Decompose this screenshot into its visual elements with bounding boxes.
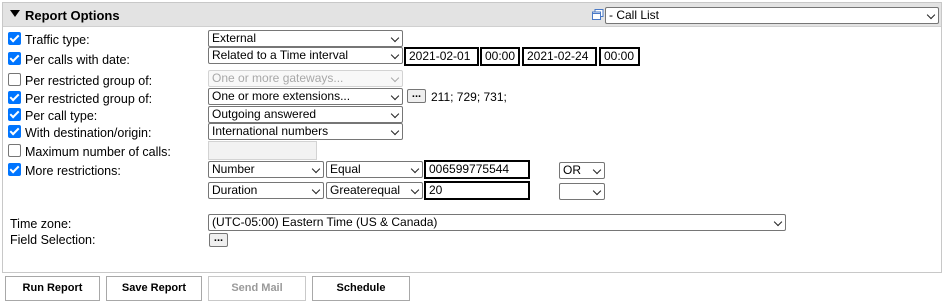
more-restrictions-label: More restrictions: (25, 164, 121, 178)
save-report-button[interactable]: Save Report (106, 276, 202, 301)
traffic-type-checkbox[interactable] (8, 32, 21, 45)
restore-window-icon[interactable] (592, 9, 604, 20)
gateways-select[interactable]: One or more gateways... (208, 70, 403, 87)
field-selection-button[interactable]: ... (209, 233, 228, 247)
end-date-input[interactable]: 2021-02-24 (522, 47, 597, 66)
time-zone-select[interactable]: (UTC-05:00) Eastern Time (US & Canada) (208, 214, 786, 231)
call-type-label: Per call type: (25, 109, 98, 123)
run-report-button[interactable]: Run Report (5, 276, 100, 301)
filter-1-field-select[interactable]: Number (208, 161, 324, 178)
extensions-select[interactable]: One or more extensions... (208, 88, 403, 105)
time-zone-label: Time zone: (10, 217, 72, 231)
date-mode-select[interactable]: Related to a Time interval (208, 47, 403, 64)
extensions-browse-button[interactable]: ... (407, 89, 426, 103)
traffic-type-label: Traffic type: (25, 33, 90, 47)
send-mail-button[interactable]: Send Mail (208, 276, 306, 301)
calls-with-date-label: Per calls with date: (25, 53, 130, 67)
schedule-button[interactable]: Schedule (312, 276, 410, 301)
filter-1-join-select[interactable]: OR (559, 162, 605, 179)
filter-1-operator-select[interactable]: Equal (326, 161, 423, 178)
restricted-extensions-checkbox[interactable] (8, 91, 21, 104)
collapse-triangle-icon[interactable] (10, 10, 20, 17)
panel-header[interactable]: Report Options - Call List (3, 3, 941, 27)
restricted-gateways-label: Per restricted group of: (25, 74, 153, 88)
start-date-input[interactable]: 2021-02-01 (404, 47, 479, 66)
filter-1-value-input[interactable]: 006599775544 (424, 160, 530, 179)
max-calls-input[interactable] (208, 141, 317, 160)
traffic-type-select[interactable]: External (208, 30, 403, 47)
panel-title: Report Options (25, 8, 120, 23)
start-time-input[interactable]: 00:00 (480, 47, 520, 66)
calls-with-date-checkbox[interactable] (8, 52, 21, 65)
destination-label: With destination/origin: (25, 126, 152, 140)
more-restrictions-checkbox[interactable] (8, 163, 21, 176)
end-time-input[interactable]: 00:00 (599, 47, 640, 66)
restricted-gateways-checkbox[interactable] (8, 73, 21, 86)
destination-select[interactable]: International numbers (208, 123, 403, 140)
restricted-extensions-label: Per restricted group of: (25, 92, 153, 106)
filter-2-join-select[interactable] (559, 183, 605, 200)
call-type-checkbox[interactable] (8, 108, 21, 121)
report-type-select[interactable]: - Call List (605, 7, 939, 24)
destination-checkbox[interactable] (8, 125, 21, 138)
filter-2-value-input[interactable]: 20 (424, 181, 530, 200)
max-calls-label: Maximum number of calls: (25, 145, 171, 159)
max-calls-checkbox[interactable] (8, 144, 21, 157)
filter-2-operator-select[interactable]: Greaterequal (326, 182, 423, 199)
filter-2-field-select[interactable]: Duration (208, 182, 324, 199)
selected-extensions-text: 211; 729; 731; (431, 90, 507, 104)
call-type-select[interactable]: Outgoing answered (208, 106, 403, 123)
field-selection-label: Field Selection: (10, 233, 96, 247)
